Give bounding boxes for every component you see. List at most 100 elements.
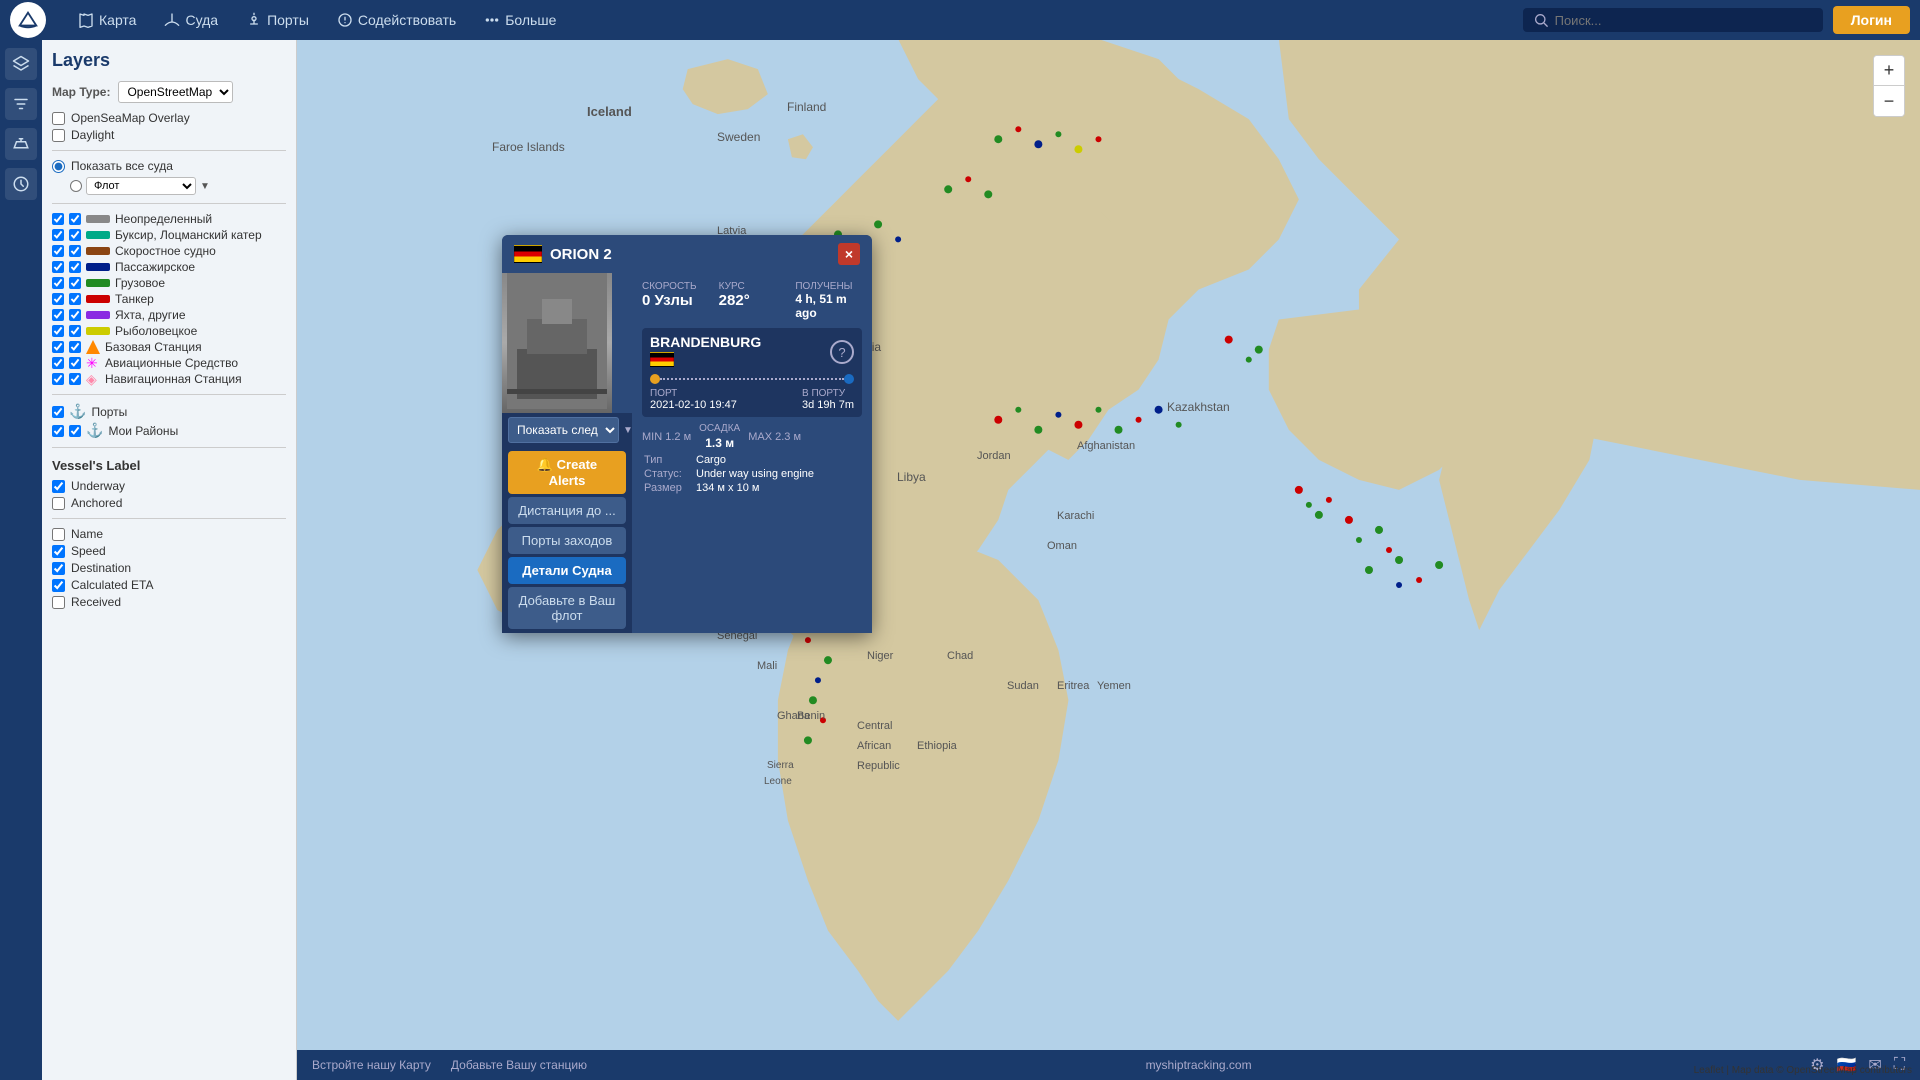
nav-more[interactable]: Больше: [472, 8, 568, 32]
zoom-in-button[interactable]: +: [1874, 56, 1904, 86]
search-input[interactable]: [1555, 13, 1813, 28]
layers-icon-btn[interactable]: [5, 48, 37, 80]
status-value: Under way using engine: [696, 468, 814, 480]
vessel-type-color: [86, 327, 110, 335]
vessel-type-row: Скоростное судно: [52, 244, 286, 258]
bottom-bar: Встройте нашу Карту Добавьте Вашу станци…: [297, 1050, 1920, 1080]
fleet-radio[interactable]: [70, 180, 82, 192]
daylight-checkbox[interactable]: [52, 129, 65, 142]
vl-received-checkbox[interactable]: [52, 596, 65, 609]
map-area[interactable]: Iceland Faroe Islands Finland Sweden Lat…: [297, 40, 1920, 1080]
my-regions-anchor-icon: ⚓: [86, 422, 103, 439]
vessel-type-checkbox[interactable]: [52, 341, 64, 353]
vessel-type-checkbox2[interactable]: [69, 229, 81, 241]
vessel-type-label: Пассажирское: [115, 260, 195, 274]
vessel-type-checkbox2[interactable]: [69, 357, 81, 369]
vessel-types-list: Неопределенный Буксир, Лоцманский катер …: [52, 212, 286, 386]
search-icon: [1533, 12, 1549, 28]
vl-name-checkbox[interactable]: [52, 528, 65, 541]
filter-icon-btn[interactable]: [5, 88, 37, 120]
vessel-type-color: [86, 263, 110, 271]
zoom-out-button[interactable]: −: [1874, 86, 1904, 116]
vessel-type-checkbox[interactable]: [52, 357, 64, 369]
vessel-type-checkbox2[interactable]: [69, 341, 81, 353]
attribution: Leaflet | Map data © OpenStreetMap contr…: [1694, 1065, 1912, 1076]
nav-map[interactable]: Карта: [66, 8, 148, 32]
vessel-details-button[interactable]: Детали Судна: [508, 557, 626, 584]
vessel-type-checkbox[interactable]: [52, 373, 64, 385]
show-all-radio[interactable]: [52, 160, 65, 173]
clock-icon-btn[interactable]: [5, 168, 37, 200]
nav-vessels[interactable]: Суда: [152, 8, 230, 32]
vl-underway-checkbox[interactable]: [52, 480, 65, 493]
bottom-links: Встройте нашу Карту Добавьте Вашу станци…: [312, 1058, 587, 1072]
vessel-type-checkbox[interactable]: [52, 325, 64, 337]
vl-eta-checkbox[interactable]: [52, 579, 65, 592]
vessel-type-checkbox[interactable]: [52, 261, 64, 273]
map-type-select[interactable]: OpenStreetMap: [118, 81, 233, 103]
vl-destination-checkbox[interactable]: [52, 562, 65, 575]
my-regions-checkbox1[interactable]: [52, 425, 64, 437]
overlay-checkbox[interactable]: [52, 112, 65, 125]
type-row: Тип Cargo: [644, 454, 860, 466]
vessel-type-label: Танкер: [115, 292, 154, 306]
vessel-type-row: Пассажирское: [52, 260, 286, 274]
vessel-type-checkbox[interactable]: [52, 309, 64, 321]
vessel-type-checkbox[interactable]: [52, 213, 64, 225]
vessel-type-checkbox2[interactable]: [69, 261, 81, 273]
vessel-type-checkbox2[interactable]: [69, 277, 81, 289]
help-icon[interactable]: ?: [830, 340, 854, 364]
popup-destination: BRANDENBURG ?: [642, 328, 862, 417]
vl-underway-row: Underway: [52, 479, 286, 493]
vessel-type-checkbox[interactable]: [52, 277, 64, 289]
vessel-type-label: Неопределенный: [115, 212, 212, 226]
login-button[interactable]: Логин: [1833, 6, 1910, 34]
vl-name-row: Name: [52, 527, 286, 541]
vessel-type-checkbox2[interactable]: [69, 373, 81, 385]
vl-speed-checkbox[interactable]: [52, 545, 65, 558]
icon-bar: [0, 40, 42, 1080]
vessel-type-checkbox2[interactable]: [69, 245, 81, 257]
ports-checkbox[interactable]: [52, 406, 64, 418]
ship-icon-btn[interactable]: [5, 128, 37, 160]
vessel-type-row: Грузовое: [52, 276, 286, 290]
vl-destination-row: Destination: [52, 561, 286, 575]
create-alerts-button[interactable]: 🔔 Create Alerts: [508, 451, 626, 494]
app-logo[interactable]: [10, 2, 46, 38]
distance-button[interactable]: Дистанция до ...: [508, 497, 626, 524]
show-next-select[interactable]: Показать след: [508, 417, 619, 443]
vessel-type-checkbox2[interactable]: [69, 325, 81, 337]
vessel-type-row: Танкер: [52, 292, 286, 306]
embed-map-link[interactable]: Встройте нашу Карту: [312, 1058, 431, 1072]
status-row: Статус: Under way using engine: [644, 468, 860, 480]
my-regions-row: ⚓ Мои Районы: [52, 422, 286, 439]
vessel-type-label: Яхта, другие: [115, 308, 186, 322]
vessel-type-checkbox[interactable]: [52, 293, 64, 305]
vessel-type-icon: [86, 340, 100, 354]
my-regions-checkbox2[interactable]: [69, 425, 81, 437]
vl-anchored-checkbox[interactable]: [52, 497, 65, 510]
ship-flag-icon: [514, 245, 542, 263]
in-port-value: 3d 19h 7m: [802, 399, 854, 411]
add-station-link[interactable]: Добавьте Вашу станцию: [451, 1058, 587, 1072]
ship-image: [502, 273, 612, 413]
vessel-type-checkbox2[interactable]: [69, 293, 81, 305]
vessel-type-label: Буксир, Лоцманский катер: [115, 228, 262, 242]
ports-calls-button[interactable]: Порты заходов: [508, 527, 626, 554]
journey-start-dot: [650, 374, 660, 384]
ports-row: ⚓ Порты: [52, 403, 286, 420]
vessel-type-checkbox2[interactable]: [69, 213, 81, 225]
nav-assist[interactable]: Содействовать: [325, 8, 468, 32]
journey-end-dot: [844, 374, 854, 384]
vessel-type-checkbox2[interactable]: [69, 309, 81, 321]
vl-anchored-row: Anchored: [52, 496, 286, 510]
add-to-fleet-button[interactable]: Добавьте в Ваш флот: [508, 587, 626, 629]
nav-ports[interactable]: Порты: [234, 8, 321, 32]
vessel-type-checkbox[interactable]: [52, 245, 64, 257]
my-regions-label: Мои Районы: [108, 424, 178, 438]
popup-close-button[interactable]: ×: [838, 243, 860, 265]
daylight-label: Daylight: [71, 128, 114, 142]
vessel-type-checkbox[interactable]: [52, 229, 64, 241]
fleet-select[interactable]: Флот: [86, 177, 196, 195]
popup-info: Скорость 0 Узлы Курс 282° Получены 4 h, …: [632, 273, 872, 633]
